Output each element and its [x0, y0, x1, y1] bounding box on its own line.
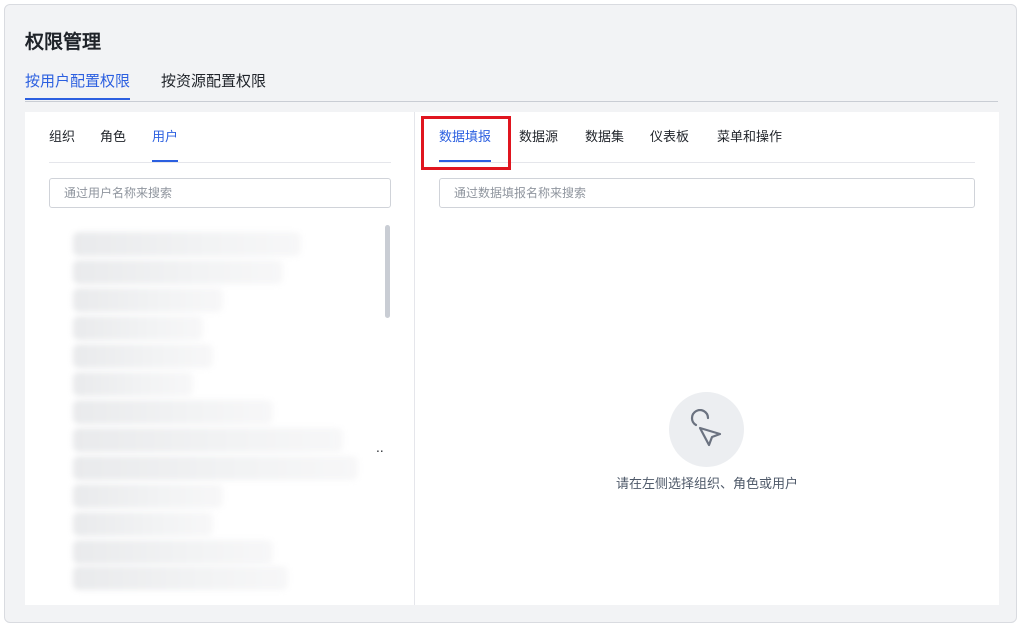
list-item[interactable]: [73, 566, 288, 590]
permission-window: 权限管理 按用户配置权限 按资源配置权限 组织 角色 用户 ..: [4, 4, 1017, 623]
cursor-click-icon: [669, 392, 744, 467]
column-divider: [414, 112, 415, 605]
tab-menu-and-actions[interactable]: 菜单和操作: [717, 129, 782, 147]
content-panel: 组织 角色 用户 .. 数据填报 数据源 数据集: [25, 112, 999, 605]
resource-search-input[interactable]: [439, 178, 975, 208]
list-item[interactable]: [73, 484, 223, 508]
list-item[interactable]: [73, 344, 213, 368]
main-tab-bar: 按用户配置权限 按资源配置权限: [25, 71, 998, 102]
tab-by-user[interactable]: 按用户配置权限: [25, 71, 131, 100]
list-item[interactable]: [73, 288, 223, 312]
tab-user[interactable]: 用户: [152, 129, 179, 162]
list-item[interactable]: [73, 400, 273, 424]
user-list-scrollbar[interactable]: [385, 225, 390, 318]
empty-state-message: 请在左侧选择组织、角色或用户: [615, 477, 798, 492]
tab-dataset[interactable]: 数据集: [585, 129, 624, 147]
list-item[interactable]: [73, 232, 301, 256]
user-search-input[interactable]: [49, 178, 391, 208]
tab-dashboard[interactable]: 仪表板: [650, 129, 689, 147]
list-item[interactable]: [73, 260, 283, 284]
list-item[interactable]: [73, 512, 213, 536]
list-item[interactable]: [73, 372, 193, 396]
list-item[interactable]: [73, 540, 273, 564]
tab-data-source[interactable]: 数据源: [519, 129, 558, 147]
page-title: 权限管理: [25, 31, 102, 53]
list-item[interactable]: [73, 456, 358, 480]
left-tab-bar: 组织 角色 用户: [49, 129, 391, 163]
highlight-annotation: [421, 116, 511, 170]
tab-role[interactable]: 角色: [100, 129, 126, 147]
list-item[interactable]: [73, 428, 343, 452]
user-list: [73, 226, 373, 590]
overflow-ellipsis: ..: [376, 441, 384, 455]
tab-by-resource[interactable]: 按资源配置权限: [161, 71, 266, 91]
list-item[interactable]: [73, 316, 203, 340]
tab-organization[interactable]: 组织: [49, 129, 75, 147]
resource-tab-bar: 数据填报 数据源 数据集 仪表板 菜单和操作: [439, 129, 975, 163]
